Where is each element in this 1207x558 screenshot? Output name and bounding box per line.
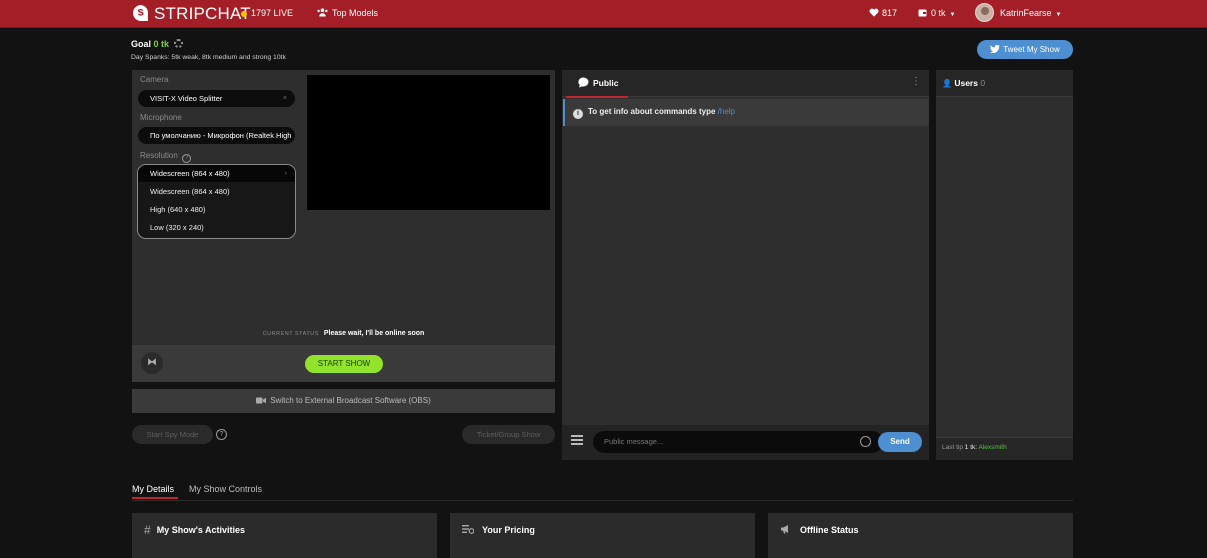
user-menu[interactable]: KatrinFearse ▼ [1000, 8, 1061, 18]
day-spanks-text: Day Spanks: 5tk weak, 8tk medium and str… [131, 54, 286, 61]
help-icon[interactable]: ? [182, 154, 192, 163]
public-message-input[interactable]: Public message... [593, 431, 883, 453]
last-tip-user[interactable]: Alexsmith [979, 444, 1007, 451]
user-icon: 👤 [942, 79, 952, 88]
price-list-icon [462, 525, 475, 534]
pricing-title: Your Pricing [462, 524, 535, 535]
tab-my-details[interactable]: My Details [132, 484, 174, 494]
tabs-divider [132, 500, 1073, 501]
current-status: CURRENT STATUS Please wait, I'll be onli… [262, 330, 425, 337]
start-show-button[interactable]: START SHOW [305, 355, 383, 373]
help-link[interactable]: /help [718, 107, 735, 116]
logo-text[interactable]: STRIPCHAT [154, 4, 251, 24]
ticket-group-show-button[interactable]: Ticket/Group Show [462, 425, 555, 444]
stripchat-logo-icon[interactable] [131, 3, 151, 23]
tab-public[interactable]: Public [578, 77, 619, 88]
chat-panel [562, 70, 929, 460]
chevron-down-icon: ▼ [949, 12, 956, 18]
tokens-dropdown[interactable]: 0 tk ▼ [918, 8, 955, 18]
menu-icon[interactable] [571, 435, 583, 445]
pricing-card[interactable] [450, 513, 755, 558]
send-button[interactable]: Send [878, 432, 922, 452]
user-avatar[interactable] [975, 3, 994, 22]
users-panel [936, 70, 1073, 460]
fullscreen-icon[interactable]: ⧓ [141, 352, 163, 374]
help-icon[interactable]: ? [216, 429, 227, 440]
obs-switch-button[interactable]: Switch to External Broadcast Software (O… [132, 389, 555, 413]
video-preview [307, 75, 550, 210]
info-text: i To get info about commands type /help [573, 107, 735, 119]
activities-title: # My Show's Activities [144, 523, 246, 537]
resolution-label: Resolution ? [140, 151, 192, 163]
video-camera-icon [256, 397, 267, 404]
more-options-icon[interactable]: ⋮ [911, 77, 921, 87]
tab-active-indicator [132, 497, 178, 499]
tab-my-show-controls[interactable]: My Show Controls [189, 484, 262, 494]
microphone-label: Microphone [140, 113, 182, 122]
resolution-option[interactable]: Widescreen (864 x 480) [150, 187, 230, 196]
offline-status-title: Offline Status [780, 524, 859, 535]
top-navigation-bar: STRIPCHAT 1797 LIVE Top Models 817 0 tk ▼… [0, 0, 1207, 28]
chevron-right-icon: › [284, 170, 287, 177]
camera-label: Camera [140, 75, 169, 84]
resolution-option[interactable]: Low (320 x 240) [150, 223, 204, 232]
megaphone-icon [781, 525, 788, 534]
users-title[interactable]: 👤 Users 0 [942, 78, 985, 88]
clear-icon[interactable]: × [283, 90, 287, 107]
likes-counter[interactable]: 817 [869, 8, 897, 18]
live-dot-icon [241, 10, 247, 17]
heart-icon [869, 8, 879, 17]
chevron-down-icon: ▼ [1055, 12, 1062, 18]
camera-select[interactable]: VISIT-X Video Splitter × [138, 90, 295, 107]
emoji-icon[interactable] [860, 436, 871, 447]
goal-line: Goal 0 tk [131, 39, 183, 49]
tab-active-indicator [566, 96, 628, 98]
info-icon: i [573, 109, 583, 119]
goal-value: 0 tk [153, 39, 170, 49]
resolution-option[interactable]: High (640 x 480) [150, 205, 205, 214]
hash-icon: # [144, 523, 151, 537]
people-icon [317, 8, 328, 17]
twitter-icon [990, 44, 1001, 53]
top-models-link[interactable]: Top Models [317, 8, 378, 18]
last-tip: Last tip 1 tk: Alexsmith [942, 444, 1007, 451]
wallet-icon [918, 9, 927, 17]
offline-status-card[interactable] [768, 513, 1073, 558]
start-spy-mode-button[interactable]: Start Spy Mode [132, 425, 213, 444]
chat-bubble-icon [578, 77, 589, 88]
live-count[interactable]: 1797 LIVE [241, 8, 293, 18]
resolution-selected[interactable]: Widescreen (864 x 480) › [138, 165, 295, 182]
settings-icon[interactable] [173, 39, 183, 48]
tweet-my-show-button[interactable]: Tweet My Show [977, 40, 1073, 59]
microphone-select[interactable]: По умолчанию - Микрофон (Realtek High [138, 127, 295, 144]
